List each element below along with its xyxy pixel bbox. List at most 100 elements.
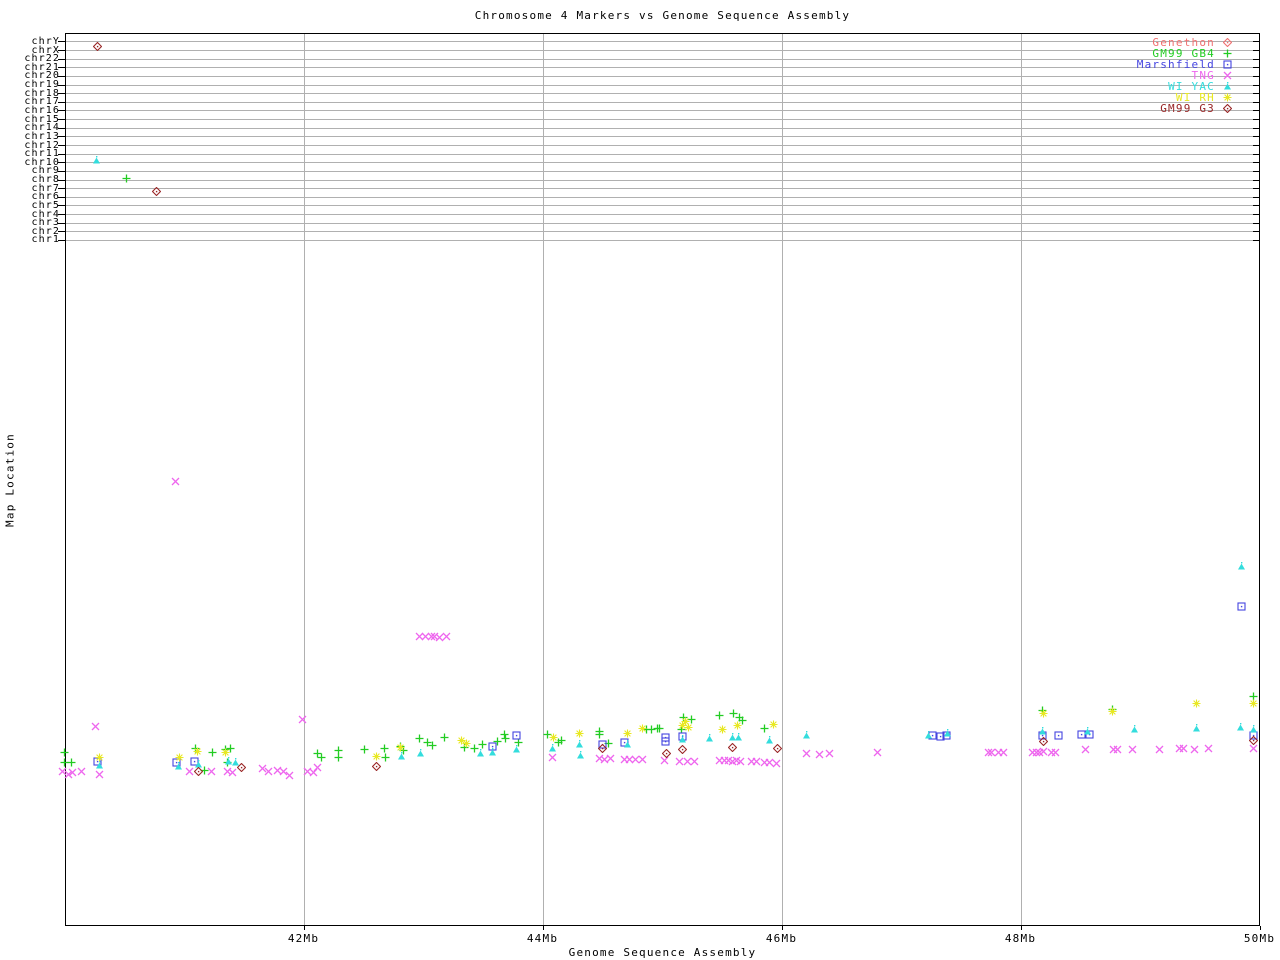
data-point-gm99-gb4 xyxy=(440,733,449,742)
legend-symbol xyxy=(1223,37,1232,47)
data-point-tng xyxy=(736,757,745,766)
x-marker-icon xyxy=(1051,748,1060,756)
data-point-gm99-g3 xyxy=(773,743,783,753)
data-point-tng xyxy=(442,632,451,641)
data-point-gm99-gb4 xyxy=(208,748,217,757)
plus-marker-icon xyxy=(428,741,437,749)
data-point-marshfield xyxy=(1237,601,1246,611)
data-point-wi-rh xyxy=(684,723,693,732)
data-point-wi-yac xyxy=(623,739,632,749)
plus-marker-icon xyxy=(334,753,343,761)
x-marker-icon xyxy=(1081,745,1089,753)
plus-marker-icon xyxy=(381,753,390,761)
x-marker-icon xyxy=(95,770,104,778)
data-point-wi-yac xyxy=(705,733,714,743)
triangle-marker-icon xyxy=(678,734,686,742)
data-point-gm99-gb4 xyxy=(501,734,510,743)
diamond-marker-icon xyxy=(236,762,246,772)
data-point-wi-yac xyxy=(1249,724,1258,734)
data-point-tng xyxy=(95,770,104,779)
triangle-marker-icon xyxy=(174,761,182,769)
square-marker-icon xyxy=(1054,730,1063,740)
x-marker-icon xyxy=(638,755,647,763)
plus-marker-icon xyxy=(1223,49,1232,57)
marker-layer xyxy=(0,0,1280,960)
plus-marker-icon xyxy=(360,745,369,753)
triangle-marker-icon xyxy=(924,730,932,738)
data-point-gm99-gb4 xyxy=(380,744,389,753)
data-point-gm99-g3 xyxy=(93,42,103,51)
plus-marker-icon xyxy=(478,740,487,748)
diamond-marker-icon xyxy=(773,743,783,753)
triangle-marker-icon xyxy=(476,748,484,756)
legend: Genethon GM99 GB4 Marshfield TNG WI YAC WI RH… xyxy=(1137,36,1245,115)
x-marker-icon xyxy=(999,748,1008,756)
data-point-wi-yac xyxy=(512,744,521,754)
triangle-marker-icon xyxy=(577,750,585,758)
data-point-wi-rh xyxy=(1108,707,1117,716)
triangle-marker-icon xyxy=(548,743,556,751)
x-marker-icon xyxy=(1223,71,1232,79)
data-point-wi-rh xyxy=(372,752,381,761)
plus-marker-icon xyxy=(655,724,664,732)
diamond-marker-icon xyxy=(152,186,161,196)
data-point-wi-yac xyxy=(1236,722,1245,732)
triangle-marker-icon xyxy=(1224,81,1231,89)
star-marker-icon xyxy=(193,747,202,755)
data-point-gm99-g3 xyxy=(728,742,737,752)
data-point-marshfield xyxy=(1054,730,1063,740)
data-point-wi-rh xyxy=(396,743,405,752)
data-point-tng xyxy=(298,715,307,724)
plus-marker-icon xyxy=(380,744,389,752)
x-marker-icon xyxy=(606,754,615,762)
data-point-wi-yac xyxy=(576,750,585,760)
star-marker-icon xyxy=(1192,699,1201,707)
star-marker-icon xyxy=(623,729,632,737)
legend-symbol xyxy=(1223,71,1232,80)
data-point-wi-yac xyxy=(548,743,557,753)
data-point-tng xyxy=(606,754,615,763)
square-marker-icon xyxy=(512,730,521,740)
legend-symbol xyxy=(1223,59,1232,69)
star-marker-icon xyxy=(1108,707,1117,715)
x-marker-icon xyxy=(171,477,180,485)
data-point-wi-rh xyxy=(733,721,742,730)
diamond-marker-icon xyxy=(1038,736,1048,746)
x-marker-icon xyxy=(1191,745,1199,753)
triangle-marker-icon xyxy=(706,733,714,741)
x-marker-icon xyxy=(825,749,834,757)
data-point-gm99-g3 xyxy=(597,743,607,753)
data-point-gm99-gb4 xyxy=(60,748,69,757)
legend-symbol xyxy=(1223,93,1232,102)
plus-marker-icon xyxy=(122,174,131,183)
chart: Chromosome 4 Markers vs Genome Sequence … xyxy=(0,0,1280,960)
legend-item-gm99-g3: GM99 G3 xyxy=(1137,101,1245,115)
data-point-wi-yac xyxy=(924,730,933,740)
data-point-wi-rh xyxy=(1039,709,1048,718)
data-point-wi-yac xyxy=(943,728,952,738)
data-point-wi-yac xyxy=(802,730,811,740)
triangle-marker-icon xyxy=(488,747,496,755)
data-point-wi-rh xyxy=(623,729,632,738)
x-marker-icon xyxy=(690,757,699,765)
data-point-wi-yac xyxy=(734,732,743,742)
data-point-tng xyxy=(171,477,180,486)
star-marker-icon xyxy=(1249,699,1258,707)
data-point-wi-yac xyxy=(95,760,104,770)
square-marker-icon xyxy=(1237,601,1246,611)
square-marker-icon xyxy=(1223,59,1232,69)
data-point-gm99-g3 xyxy=(1249,735,1259,745)
diamond-marker-icon xyxy=(1223,37,1232,47)
data-point-wi-yac xyxy=(1237,561,1246,571)
data-point-tng xyxy=(1204,744,1213,753)
data-point-gm99-g3 xyxy=(662,748,672,758)
data-point-tng xyxy=(1190,745,1199,754)
data-point-gm99-gb4 xyxy=(381,753,390,762)
star-marker-icon xyxy=(396,743,405,751)
star-marker-icon xyxy=(175,753,184,761)
x-marker-icon xyxy=(207,767,216,775)
legend-label: GM99 G3 xyxy=(1160,101,1215,115)
plus-marker-icon xyxy=(208,748,217,756)
data-point-wi-yac xyxy=(416,748,425,758)
x-marker-icon xyxy=(772,759,781,767)
